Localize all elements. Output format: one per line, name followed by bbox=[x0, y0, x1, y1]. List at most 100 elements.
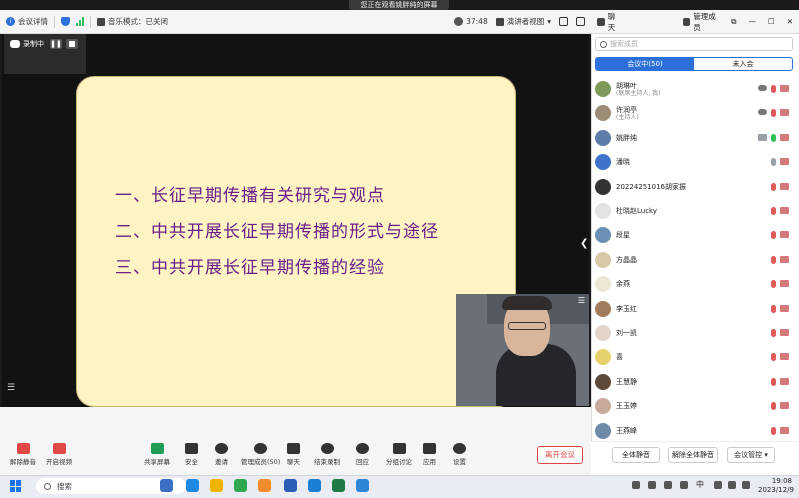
camera-off-icon[interactable] bbox=[780, 109, 789, 117]
camera-off-icon[interactable] bbox=[780, 255, 789, 263]
security-indicator[interactable] bbox=[61, 17, 70, 26]
members-tab[interactable]: 管理成员 bbox=[682, 11, 720, 33]
participant-row[interactable]: 杜晓赵Lucky bbox=[595, 199, 795, 223]
task-view-icon[interactable] bbox=[160, 479, 173, 492]
participant-row[interactable]: 王慧静 bbox=[595, 370, 795, 394]
chat-tab[interactable]: 聊天 bbox=[597, 11, 621, 33]
app-icon[interactable] bbox=[258, 479, 271, 492]
mic-muted-icon[interactable] bbox=[771, 182, 776, 191]
stop-recording-button[interactable] bbox=[66, 39, 78, 49]
mic-muted-icon[interactable] bbox=[771, 304, 776, 313]
windows-start-icon[interactable] bbox=[10, 480, 22, 492]
mic-muted-icon[interactable] bbox=[771, 158, 776, 167]
mic-muted-icon[interactable] bbox=[771, 329, 776, 337]
volume-icon[interactable] bbox=[728, 481, 736, 489]
collapse-panel-icon[interactable]: ❮ bbox=[580, 238, 588, 249]
tencent-meeting-icon[interactable] bbox=[308, 479, 321, 492]
mic-muted-icon[interactable] bbox=[771, 255, 776, 264]
mic-muted-icon[interactable] bbox=[771, 353, 776, 362]
wifi-icon[interactable] bbox=[714, 481, 722, 489]
fullscreen-icon[interactable] bbox=[559, 17, 568, 26]
network-signal[interactable] bbox=[76, 17, 84, 26]
participant-row[interactable]: 姚胖纯 bbox=[595, 126, 795, 150]
file-explorer-icon[interactable] bbox=[210, 479, 223, 492]
leave-meeting-button[interactable]: 离开会议 bbox=[537, 446, 583, 464]
stop-recording-toolbar-button[interactable]: 结束录制 bbox=[314, 443, 340, 466]
window-layout-icon[interactable] bbox=[576, 17, 585, 26]
mic-icon[interactable] bbox=[771, 133, 776, 142]
unmute-button[interactable]: 解除静音 bbox=[10, 443, 36, 466]
ime-indicator[interactable]: 中 bbox=[696, 479, 704, 490]
maximize-icon[interactable]: ☐ bbox=[768, 17, 775, 26]
tray-app-icon[interactable] bbox=[664, 481, 672, 489]
breakout-button[interactable]: 分组讨论 bbox=[386, 443, 412, 466]
popout-icon[interactable]: ⧉ bbox=[731, 17, 736, 27]
meeting-details-button[interactable]: i 会议详情 bbox=[6, 16, 48, 27]
camera-off-icon[interactable] bbox=[780, 329, 789, 336]
participant-row[interactable]: 余燕 bbox=[595, 272, 795, 296]
participant-row[interactable]: 李玉红 bbox=[595, 297, 795, 321]
participant-row[interactable]: 刘一凯 bbox=[595, 321, 795, 345]
mic-muted-icon[interactable] bbox=[771, 377, 776, 386]
mic-muted-icon[interactable] bbox=[771, 85, 776, 93]
participant-row[interactable]: 许润亭 (主持人) bbox=[595, 101, 795, 125]
start-video-button[interactable]: 开启视频 bbox=[46, 443, 72, 466]
camera-off-icon[interactable] bbox=[780, 158, 789, 166]
camera-off-icon[interactable] bbox=[780, 85, 789, 92]
system-clock[interactable]: 19:08 2023/12/9 bbox=[758, 477, 794, 495]
reaction-button[interactable]: 回应 bbox=[356, 443, 369, 466]
member-search-input[interactable]: 搜索成员 bbox=[595, 37, 793, 51]
camera-off-icon[interactable] bbox=[780, 133, 789, 141]
view-mode-dropdown[interactable]: 演讲者视图 ▾ bbox=[495, 16, 551, 27]
app-icon[interactable] bbox=[356, 479, 369, 492]
camera-off-icon[interactable] bbox=[780, 207, 789, 214]
security-button[interactable]: 安全 bbox=[185, 443, 198, 466]
mic-muted-icon[interactable] bbox=[771, 426, 776, 435]
wechat-icon[interactable] bbox=[234, 479, 247, 492]
pause-recording-button[interactable]: ❚❚ bbox=[50, 39, 62, 49]
camera-off-icon[interactable] bbox=[780, 182, 789, 190]
mic-muted-icon[interactable] bbox=[771, 231, 776, 240]
participant-row[interactable]: 潘晓 bbox=[595, 150, 795, 174]
camera-off-icon[interactable] bbox=[780, 377, 789, 385]
participant-row[interactable]: 王玉婷 bbox=[595, 394, 795, 418]
participant-row[interactable]: 喜 bbox=[595, 345, 795, 369]
tray-expand-icon[interactable] bbox=[632, 481, 640, 489]
camera-off-icon[interactable] bbox=[780, 280, 789, 288]
tray-app-icon[interactable] bbox=[648, 481, 656, 489]
thumbnail-menu-icon[interactable]: ☰ bbox=[578, 296, 585, 305]
speaker-video-thumbnail[interactable]: ☰ bbox=[456, 294, 589, 406]
apps-button[interactable]: 应用 bbox=[423, 443, 436, 466]
camera-off-icon[interactable] bbox=[780, 353, 789, 361]
participant-row[interactable]: 2022425101​6胡家振 bbox=[595, 175, 795, 199]
close-icon[interactable]: ✕ bbox=[787, 17, 793, 26]
meeting-control-dropdown[interactable]: 会议管控 ▾ bbox=[727, 447, 775, 463]
excel-icon[interactable] bbox=[332, 479, 345, 492]
mic-muted-icon[interactable] bbox=[771, 109, 776, 118]
minimize-icon[interactable]: — bbox=[748, 17, 756, 26]
participant-row[interactable]: 方晶晶 bbox=[595, 248, 795, 272]
menu-list-icon[interactable]: ☰ bbox=[7, 383, 15, 393]
participant-row[interactable]: 王燕峰 bbox=[595, 419, 795, 443]
invite-button[interactable]: 邀请 bbox=[215, 443, 228, 466]
mic-muted-icon[interactable] bbox=[771, 280, 776, 289]
share-screen-button[interactable]: 共享屏幕 bbox=[144, 443, 170, 466]
manage-members-button[interactable]: 管理成员(50) bbox=[241, 443, 280, 466]
participant-row[interactable]: 胡琳叶 (联席主持人, 我) bbox=[595, 77, 795, 101]
mute-all-button[interactable]: 全体静音 bbox=[612, 447, 660, 463]
unmute-all-button[interactable]: 解除全体静音 bbox=[668, 447, 718, 463]
camera-off-icon[interactable] bbox=[780, 304, 789, 312]
settings-button[interactable]: 设置 bbox=[453, 443, 466, 466]
tray-app-icon[interactable] bbox=[680, 481, 688, 489]
camera-off-icon[interactable] bbox=[780, 231, 789, 239]
participant-row[interactable]: 段星 bbox=[595, 223, 795, 247]
camera-off-icon[interactable] bbox=[780, 426, 789, 434]
camera-off-icon[interactable] bbox=[780, 402, 789, 410]
edge-browser-icon[interactable] bbox=[186, 479, 199, 492]
word-icon[interactable] bbox=[284, 479, 297, 492]
mic-muted-icon[interactable] bbox=[771, 402, 776, 411]
mic-muted-icon[interactable] bbox=[771, 207, 776, 215]
tab-in-meeting[interactable]: 会议中(50) bbox=[596, 58, 694, 70]
music-mode-status[interactable]: 音乐模式：已关闭 bbox=[97, 16, 168, 27]
chat-button[interactable]: 聊天 bbox=[287, 443, 300, 466]
